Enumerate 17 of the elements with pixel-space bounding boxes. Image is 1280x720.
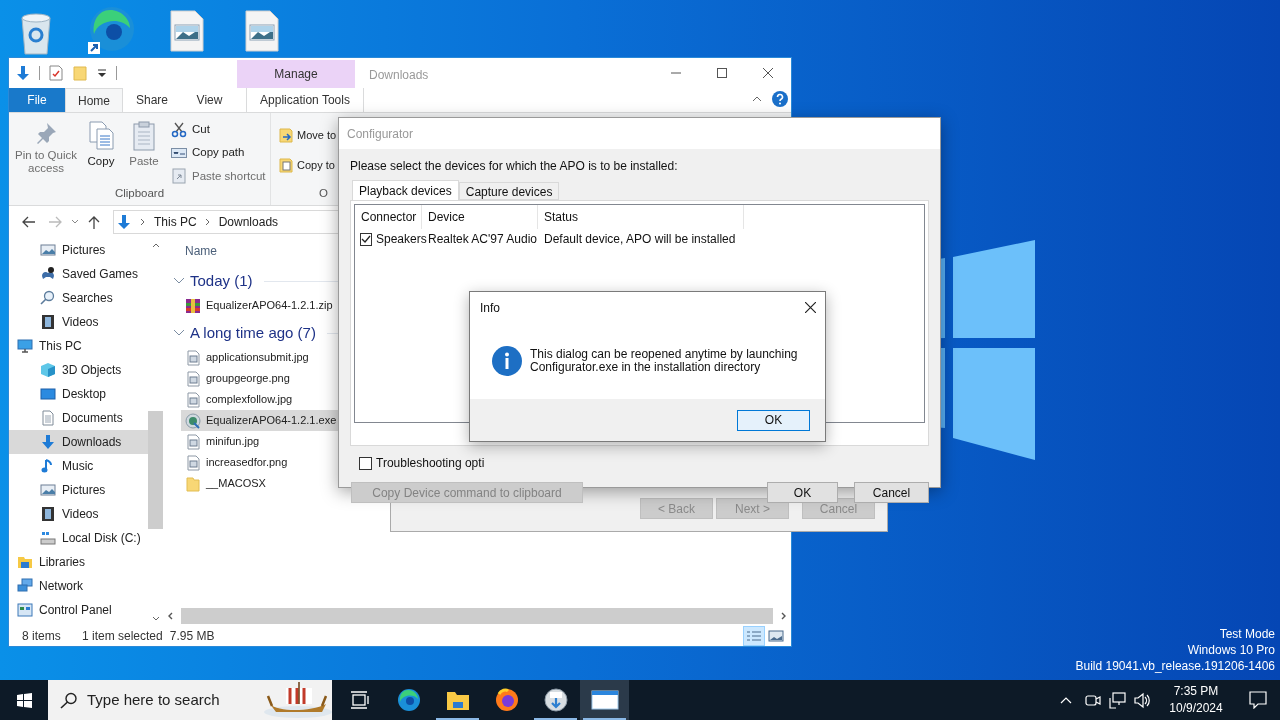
table-cell-text: Speakers — [376, 231, 427, 248]
window-title: Downloads — [369, 67, 429, 84]
system-info-text: Windows 10 Pro — [1187, 642, 1275, 658]
group-label: Clipboard — [114, 186, 165, 201]
group-label: O — [318, 186, 329, 201]
dialog-title: Configurator — [347, 125, 414, 143]
status-text: 1 item selected — [82, 628, 163, 645]
contextual-tab-header: Manage — [237, 60, 355, 88]
dialog-title: Info — [480, 299, 500, 317]
message-text: This dialog can be reopened anytime by launching Configurator.exe in the installation directory — [530, 348, 799, 374]
table-cell-text: Default device, APO will be installed — [543, 231, 737, 248]
checkbox-label: Troubleshooting opti — [376, 455, 485, 472]
system-info-text: Build 19041.vb_release.191206-1406 — [1075, 658, 1275, 674]
prompt-text: Please select the devices for which the APO is to be installed: — [350, 158, 679, 175]
status-text: 7.95 MB — [169, 628, 215, 645]
status-text: 8 items — [22, 628, 62, 645]
system-info-text: Test Mode — [1219, 626, 1275, 642]
